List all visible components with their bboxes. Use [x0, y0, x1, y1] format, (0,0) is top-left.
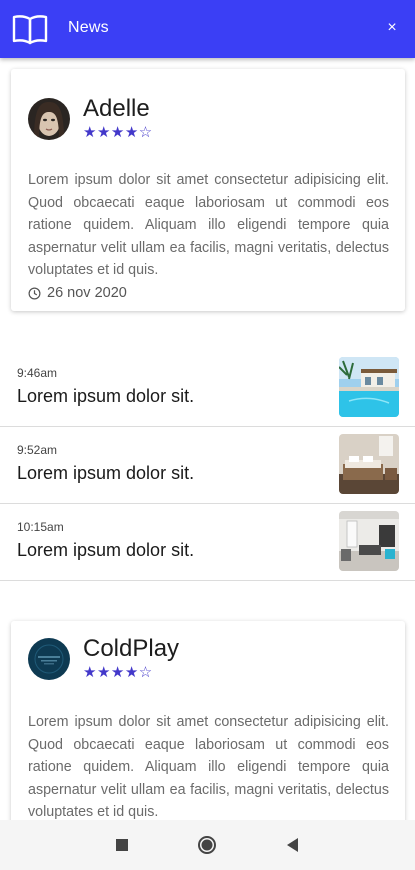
post-date: 26 nov 2020 — [28, 285, 127, 301]
news-thumbnail — [339, 434, 399, 494]
recents-button[interactable] — [112, 835, 132, 855]
back-button[interactable] — [283, 835, 303, 855]
artist-name: ColdPlay — [83, 635, 180, 662]
avatar — [28, 98, 70, 140]
clock-icon — [28, 287, 41, 299]
list-item[interactable]: 9:46am Lorem ipsum dolor sit. — [0, 350, 415, 427]
news-headline: Lorem ipsum dolor sit. — [17, 540, 195, 560]
list-item[interactable]: 9:52am Lorem ipsum dolor sit. — [0, 427, 415, 504]
close-button[interactable]: × — [381, 17, 403, 39]
date-text: 26 nov 2020 — [47, 285, 127, 301]
artist-card[interactable]: Adelle ★★★★☆ Lorem ipsum dolor sit amet … — [11, 69, 405, 311]
circle-icon — [198, 836, 216, 854]
triangle-back-icon — [287, 838, 298, 852]
system-nav-bar — [0, 820, 415, 870]
news-time: 9:52am — [17, 443, 58, 457]
news-time: 10:15am — [17, 520, 64, 534]
rating-stars: ★★★★☆ — [83, 124, 153, 141]
card-description: Lorem ipsum dolor sit amet consectetur a… — [28, 172, 389, 278]
news-thumbnail — [339, 357, 399, 417]
content-scroll[interactable]: Adelle ★★★★☆ Lorem ipsum dolor sit amet … — [0, 58, 415, 820]
news-headline: Lorem ipsum dolor sit. — [17, 463, 195, 483]
news-time: 9:46am — [17, 366, 58, 380]
news-thumbnail — [339, 511, 399, 571]
card-description: Lorem ipsum dolor sit amet consectetur a… — [28, 714, 389, 820]
square-icon — [116, 839, 128, 851]
close-icon: × — [387, 19, 397, 36]
open-book-icon — [12, 15, 48, 45]
page-title: News — [68, 19, 109, 36]
news-headline: Lorem ipsum dolor sit. — [17, 386, 195, 406]
artist-card[interactable]: ColdPlay ★★★★☆ Lorem ipsum dolor sit ame… — [11, 621, 405, 820]
artist-name: Adelle — [83, 95, 150, 122]
home-button[interactable] — [197, 835, 217, 855]
rating-stars: ★★★★☆ — [83, 664, 153, 681]
avatar — [28, 638, 70, 680]
list-item[interactable]: 10:15am Lorem ipsum dolor sit. — [0, 504, 415, 581]
app-bar: News × — [0, 0, 415, 58]
